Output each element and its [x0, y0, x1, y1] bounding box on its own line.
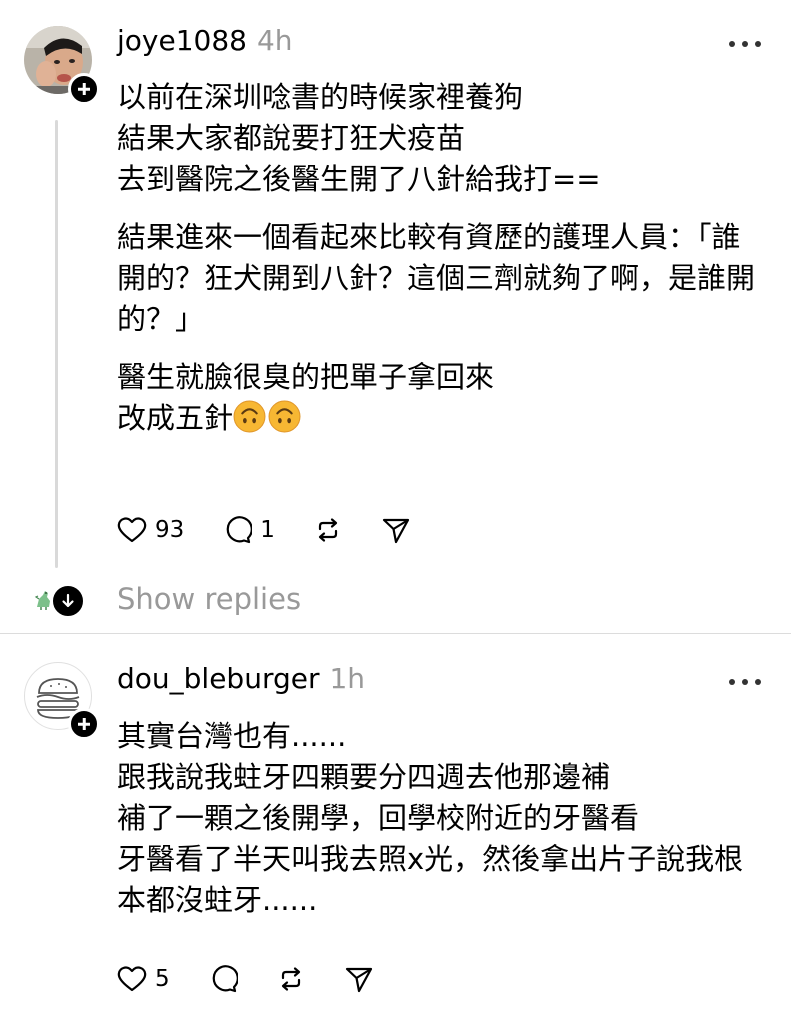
post-line: 其實台灣也有...... [117, 719, 347, 753]
post-body: 以前在深圳唸書的時候家裡養狗 結果大家都說要打狂犬疫苗 去到醫院之後醫生開了八針… [117, 77, 772, 439]
comment-button[interactable]: 1 [222, 515, 275, 545]
follow-plus-icon[interactable] [68, 708, 100, 740]
post-line: 去到醫院之後醫生開了八針給我打== [117, 162, 601, 196]
post-line: 以前在深圳唸書的時候家裡養狗 [117, 80, 524, 114]
repost-icon [281, 967, 300, 991]
post-line: 結果大家都說要打狂犬疫苗 [117, 121, 466, 155]
share-button[interactable] [344, 964, 374, 994]
timestamp: 1h [329, 662, 366, 695]
show-replies-row: Show replies [0, 578, 791, 624]
like-button[interactable]: 5 [117, 965, 170, 993]
reply-arrow-down-icon[interactable] [51, 584, 85, 618]
thread-line [55, 120, 58, 568]
post-joye1088: joye1088 4h 以前在深圳唸書的時候家裡養狗 結果大家都說要打狂犬疫苗 … [0, 0, 791, 630]
post-line: 醫生就臉很臭的把單子拿回來 [117, 360, 495, 394]
share-button[interactable] [381, 515, 411, 545]
post-line: 開的？狂犬開到八針？這個三劑就夠了啊，是誰開 [117, 261, 756, 295]
like-count: 93 [155, 517, 185, 543]
post-line-with-emoji: 改成五針 [117, 398, 772, 439]
timestamp: 4h [256, 24, 293, 57]
follow-plus-icon[interactable] [68, 73, 100, 105]
more-options-icon[interactable] [729, 676, 761, 688]
send-icon [382, 518, 410, 544]
post-actions: 5 [117, 959, 412, 999]
post-line: 結果進來一個看起來比較有資歷的護理人員：「誰 [117, 220, 741, 254]
send-icon [345, 967, 372, 993]
repost-icon [318, 518, 338, 542]
comment-button[interactable] [208, 964, 238, 994]
comment-count: 1 [260, 517, 275, 543]
repost-button[interactable] [313, 515, 343, 545]
post-line: 補了一顆之後開學，回學校附近的牙醫看 [117, 801, 640, 835]
upside-down-face-icon [233, 400, 266, 433]
post-header: joye1088 4h [117, 24, 293, 64]
repost-button[interactable] [276, 964, 306, 994]
like-button[interactable]: 93 [117, 516, 184, 544]
show-replies-link[interactable]: Show replies [117, 582, 301, 616]
username[interactable]: joye1088 [117, 24, 247, 57]
more-options-icon[interactable] [729, 38, 761, 50]
post-line-text: 改成五針 [117, 401, 234, 435]
post-line: 本都沒蛀牙...... [117, 883, 318, 917]
post-header: dou_bleburger 1h [117, 662, 365, 702]
username[interactable]: dou_bleburger [117, 662, 319, 695]
heart-icon [117, 966, 147, 992]
heart-icon [117, 517, 147, 543]
post-body: 其實台灣也有...... 跟我說我蛀牙四顆要分四週去他那邊補 補了一顆之後開學，… [117, 716, 772, 921]
comment-bubble-icon [212, 965, 238, 993]
post-line: 的？」 [117, 302, 205, 336]
post-line: 跟我說我蛀牙四顆要分四週去他那邊補 [117, 760, 611, 794]
upside-down-face-icon [268, 400, 301, 433]
post-line: 牙醫看了半天叫我去照x光，然後拿出片子說我根 [117, 842, 744, 876]
like-count: 5 [155, 966, 170, 992]
post-actions: 93 1 [117, 510, 449, 550]
comment-bubble-icon [226, 516, 253, 544]
post-dou-bleburger: dou_bleburger 1h 其實台灣也有...... 跟我說我蛀牙四顆要分… [0, 634, 791, 1024]
